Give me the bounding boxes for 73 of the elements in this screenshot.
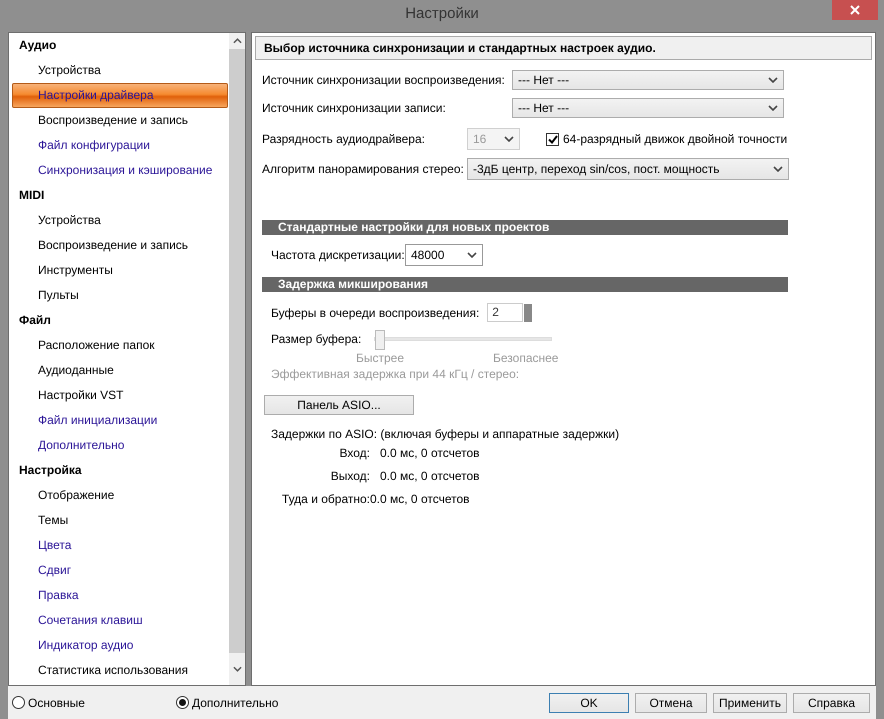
sidebar-group: Настройка (9, 458, 229, 483)
dialog-button[interactable]: Применить (713, 692, 787, 712)
sidebar-item[interactable]: Цвета (12, 533, 228, 558)
latency-label: Туда и обратно: (280, 492, 370, 506)
sidebar-item[interactable]: Дополнительно (12, 433, 228, 458)
latency-value: 0.0 мс, 0 отсчетов (380, 468, 480, 482)
window-title: Настройки (405, 5, 479, 22)
sidebar-item[interactable]: Настройки драйвера (12, 83, 228, 108)
latency-value: 0.0 мс, 0 отсчетов (380, 446, 480, 460)
info-text: Задержки по ASIO: (включая буферы и аппаратные задержки) (271, 427, 620, 441)
sidebar-item[interactable]: Правка (12, 583, 228, 608)
close-button[interactable] (832, 0, 878, 20)
sidebar-item[interactable]: Сочетания клавиш (12, 608, 228, 633)
sidebar-item[interactable]: Расположение папок (12, 333, 228, 358)
radio-button[interactable]: Дополнительно (176, 696, 376, 710)
sidebar-item[interactable]: Воспроизведение и запись (12, 108, 228, 133)
section-header: Задержка микширования (262, 277, 788, 292)
sidebar-item[interactable]: Файл инициализации (12, 408, 228, 433)
checkbox[interactable] (546, 132, 559, 146)
sidebar-item[interactable]: Сдвиг (12, 558, 228, 583)
sidebar-group: Файл (9, 308, 229, 333)
sidebar-item[interactable]: Пульты (12, 283, 228, 308)
field-label: Частота дискретизации: (271, 248, 405, 262)
checkmark-icon (548, 134, 558, 144)
close-icon (850, 5, 860, 15)
scrollbar[interactable] (229, 33, 245, 685)
latency-label: Вход: (338, 446, 370, 460)
sidebar-item[interactable]: Аудиоданные (12, 358, 228, 383)
checkbox-label: 64-разрядный движок двойной точности (563, 132, 788, 146)
dialog-button[interactable]: Справка (793, 692, 870, 712)
radio-button[interactable]: Основные (12, 696, 176, 710)
field-label: Размер буфера: (271, 332, 362, 346)
sidebar-item[interactable]: Настройки VST (12, 383, 228, 408)
sidebar-item[interactable]: Воспроизведение и запись (12, 233, 228, 258)
sidebar-item[interactable]: Файл конфигурации (12, 133, 228, 158)
panel-heading: Выбор источника синхронизации и стандартных настроек аудио. (255, 36, 872, 60)
chevron-up-icon[interactable] (232, 38, 242, 44)
dialog-button[interactable]: Отмена (635, 692, 707, 712)
sidebar-group: Аудио (9, 33, 229, 58)
chevron-down-icon (467, 252, 477, 258)
dropdown[interactable]: -3дБ центр, переход sin/cos, пост. мощность (467, 158, 789, 180)
field-label: Буферы в очереди воспроизведения: (271, 306, 480, 320)
sidebar-item[interactable]: Инструменты (12, 258, 228, 283)
latency-value: 0.0 мс, 0 отсчетов (370, 492, 470, 506)
chevron-down-icon (768, 105, 778, 111)
sidebar-item[interactable]: Статистика использования (12, 658, 228, 683)
dialog-button[interactable]: OK (549, 692, 629, 712)
chevron-down-icon (504, 136, 514, 142)
field-label: Источник синхронизации воспроизведения: (262, 73, 506, 87)
latency-label: Выход: (330, 468, 370, 482)
chevron-down-icon (773, 166, 783, 172)
sidebar-item[interactable]: Отображение (12, 483, 228, 508)
sidebar-item[interactable]: Устройства (12, 58, 228, 83)
field-label: Источник синхронизации записи: (262, 101, 447, 115)
field-label: Разрядность аудиодрайвера: (262, 132, 426, 146)
sidebar-group: MIDI (9, 183, 229, 208)
slider-min-label: Быстрее (356, 351, 406, 365)
number-field[interactable]: 2 (487, 303, 524, 322)
info-text: Эффективная задержка при 44 кГц / стерео: (271, 367, 520, 381)
dropdown[interactable]: --- Нет --- (512, 70, 784, 90)
slider-max-label: Безопаснее (493, 351, 558, 365)
sidebar-item[interactable]: Устройства (12, 208, 228, 233)
spinner-buttons[interactable] (524, 304, 532, 322)
chevron-down-icon[interactable] (232, 666, 242, 672)
field-label: Алгоритм панорамирования стерео: (262, 162, 465, 176)
asio-panel-button[interactable]: Панель ASIO... (264, 395, 414, 415)
chevron-down-icon (768, 77, 778, 83)
dropdown[interactable]: --- Нет --- (512, 98, 784, 118)
sidebar-item[interactable]: Синхронизация и кэширование (12, 158, 228, 183)
sidebar-item[interactable]: Темы (12, 508, 228, 533)
dropdown[interactable]: 48000 (405, 244, 483, 266)
section-header: Стандартные настройки для новых проектов (262, 220, 788, 235)
sidebar-item[interactable]: Индикатор аудио (12, 633, 228, 658)
